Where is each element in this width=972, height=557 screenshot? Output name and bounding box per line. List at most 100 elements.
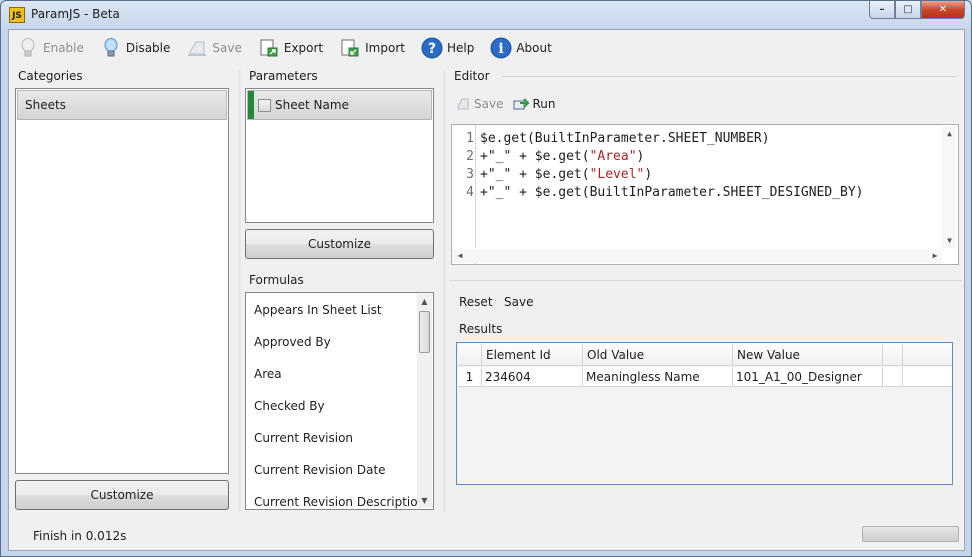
grid-header-rownum[interactable] — [458, 344, 482, 366]
cell-extra[interactable] — [883, 367, 903, 387]
maximize-button[interactable]: □ — [895, 1, 921, 19]
progress-bar — [862, 526, 959, 542]
scroll-down-arrow-icon[interactable]: ▼ — [417, 493, 432, 508]
categories-list[interactable]: Sheets — [15, 88, 229, 474]
status-text: Finish in 0.012s — [33, 529, 127, 543]
code-line[interactable]: $e.get(BuiltInParameter.SHEET_NUMBER) — [480, 131, 770, 146]
about-button[interactable]: i About — [486, 34, 555, 62]
line-number: 2 — [466, 149, 474, 164]
export-icon — [258, 37, 280, 59]
import-label: Import — [365, 41, 405, 55]
row-index[interactable]: 1 — [458, 367, 482, 387]
editor-vertical-scrollbar[interactable]: ▲ ▼ — [942, 126, 957, 248]
formulas-list[interactable]: Appears In Sheet List Approved By Area C… — [245, 292, 434, 510]
minimize-button[interactable]: – — [869, 1, 895, 19]
line-number: 1 — [466, 131, 474, 146]
grid-header-filler — [903, 344, 952, 366]
left-splitter[interactable] — [238, 70, 241, 512]
formulas-scrollbar[interactable]: ▲ ▼ — [417, 294, 432, 508]
category-item-sheets[interactable]: Sheets — [17, 90, 227, 120]
formula-item[interactable]: Checked By — [254, 399, 325, 413]
code-line[interactable]: +"_" + $e.get("Level") — [480, 167, 652, 182]
cell-filler — [903, 367, 952, 387]
editor-save-button[interactable]: Save — [455, 96, 503, 112]
scroll-right-arrow-icon[interactable]: ▶ — [928, 249, 942, 263]
editor-save-label: Save — [474, 97, 504, 111]
parameters-list[interactable]: Sheet Name — [245, 88, 434, 223]
line-number-gutter: 1 2 3 4 — [452, 125, 476, 264]
editor-toolbar: Save Run — [455, 96, 555, 112]
code-text: +"_" + $e.get( — [480, 167, 590, 182]
formula-item[interactable]: Approved By — [254, 335, 331, 349]
line-number: 3 — [466, 167, 474, 182]
bulb-on-icon — [100, 37, 122, 59]
string-literal: "Level" — [589, 167, 645, 182]
formula-item[interactable]: Appears In Sheet List — [254, 303, 382, 317]
code-line[interactable]: +"_" + $e.get("Area") — [480, 149, 644, 164]
code-text: ) — [636, 149, 645, 164]
scroll-left-arrow-icon[interactable]: ◀ — [453, 249, 467, 263]
cell-old-value[interactable]: Meaningless Name — [583, 367, 733, 387]
results-reset-button[interactable]: Reset — [459, 295, 493, 309]
enable-button[interactable]: Enable — [13, 34, 88, 62]
title-bar[interactable]: JS ParamJS - Beta – □ ✕ — [1, 1, 971, 29]
info-icon: i — [490, 37, 512, 59]
results-grid[interactable]: Element Id Old Value New Value 1 234604 … — [456, 342, 953, 485]
cell-element-id[interactable]: 234604 — [482, 367, 583, 387]
middle-splitter[interactable] — [443, 70, 446, 512]
disable-label: Disable — [125, 41, 171, 55]
bulb-off-icon — [17, 37, 39, 59]
parameter-item-sheet-name[interactable]: Sheet Name — [247, 90, 432, 120]
import-button[interactable]: Import — [335, 34, 409, 62]
results-label: Results — [459, 322, 503, 336]
editor-run-button[interactable]: Run — [513, 96, 555, 112]
scroll-up-arrow-icon[interactable]: ▲ — [417, 294, 432, 309]
parameter-checkbox[interactable] — [258, 99, 271, 112]
scroll-thumb[interactable] — [419, 311, 430, 353]
parameters-label: Parameters — [249, 69, 318, 83]
export-label: Export — [283, 41, 324, 55]
editor-separator — [502, 76, 957, 77]
line-number: 4 — [466, 185, 474, 200]
formula-item[interactable]: Current Revision Date — [254, 463, 386, 477]
close-button[interactable]: ✕ — [921, 1, 965, 19]
categories-label: Categories — [18, 69, 83, 83]
formula-item[interactable]: Current Revision — [254, 431, 353, 445]
grid-header-extra[interactable] — [883, 344, 903, 366]
import-icon — [339, 37, 361, 59]
formula-item[interactable]: Area — [254, 367, 282, 381]
run-icon — [513, 96, 531, 112]
grid-header-old-value[interactable]: Old Value — [583, 344, 733, 366]
parameters-customize-button[interactable]: Customize — [245, 229, 434, 259]
results-separator — [449, 280, 961, 281]
editor-horizontal-scrollbar[interactable]: ◀ ▶ — [453, 249, 942, 263]
code-line[interactable]: +"_" + $e.get(BuiltInParameter.SHEET_DES… — [480, 185, 864, 200]
grid-header-new-value[interactable]: New Value — [733, 344, 883, 366]
app-logo: JS — [9, 7, 25, 23]
parameter-marker — [248, 91, 254, 119]
save-label: Save — [212, 41, 242, 55]
scroll-up-arrow-icon[interactable]: ▲ — [942, 126, 957, 141]
scroll-down-arrow-icon[interactable]: ▼ — [942, 233, 957, 248]
export-button[interactable]: Export — [254, 34, 327, 62]
code-text: ) — [644, 167, 653, 182]
main-client-area: Enable Disable Save Export Import ? Help… — [8, 29, 965, 551]
grid-header-element-id[interactable]: Element Id — [482, 344, 583, 366]
cell-new-value[interactable]: 101_A1_00_Designer — [733, 367, 883, 387]
status-bar: Finish in 0.012s — [9, 520, 964, 550]
help-button[interactable]: ? Help — [417, 34, 478, 62]
code-text: +"_" + $e.get( — [480, 149, 590, 164]
parameter-label: Sheet Name — [275, 98, 349, 112]
editor-label: Editor — [454, 69, 490, 83]
disable-button[interactable]: Disable — [96, 34, 175, 62]
categories-customize-button[interactable]: Customize — [15, 480, 229, 510]
editor-run-label: Run — [532, 97, 556, 111]
save-button[interactable]: Save — [182, 34, 245, 62]
svg-text:i: i — [499, 41, 504, 57]
results-save-button[interactable]: Save — [504, 295, 533, 309]
code-editor[interactable]: 1 2 3 4 $e.get(BuiltInParameter.SHEET_NU… — [451, 124, 959, 265]
formulas-label: Formulas — [249, 273, 304, 287]
window-controls: – □ ✕ — [869, 1, 965, 21]
about-label: About — [516, 41, 552, 55]
formula-item[interactable]: Current Revision Description — [254, 495, 425, 509]
